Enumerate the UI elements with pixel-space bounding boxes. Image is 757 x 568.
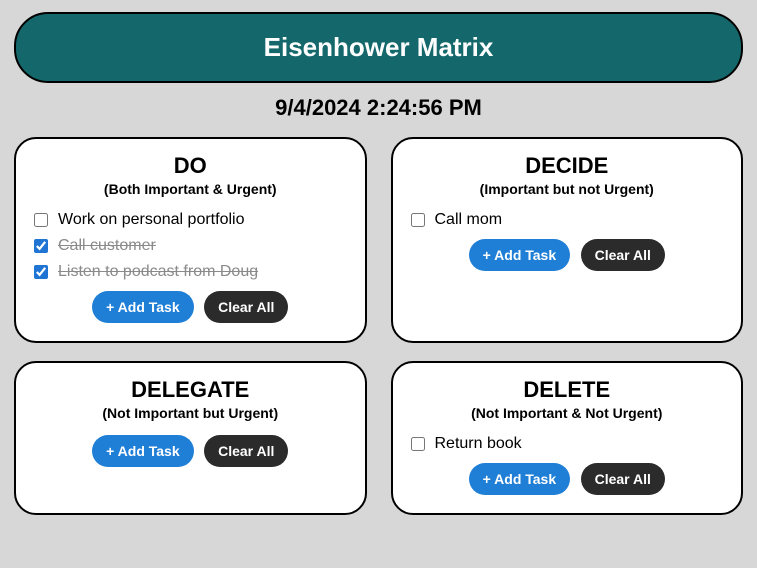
task-checkbox[interactable] [411, 213, 425, 227]
task-label[interactable]: Return book [435, 435, 522, 453]
task-label[interactable]: Work on personal portfolio [58, 211, 244, 229]
add-task-button[interactable]: + Add Task [92, 435, 194, 467]
quadrant-delegate-subtitle: (Not Important but Urgent) [34, 405, 347, 421]
task-checkbox[interactable] [34, 265, 48, 279]
quadrant-decide-buttons: + Add Task Clear All [411, 239, 724, 271]
task-label[interactable]: Call mom [435, 211, 503, 229]
task-label[interactable]: Listen to podcast from Doug [58, 263, 258, 281]
quadrant-delegate-buttons: + Add Task Clear All [34, 435, 347, 467]
clear-all-button[interactable]: Clear All [581, 463, 665, 495]
task-checkbox[interactable] [411, 437, 425, 451]
task-list-delete: Return book [411, 435, 724, 453]
quadrant-do-subtitle: (Both Important & Urgent) [34, 181, 347, 197]
task-list-do: Work on personal portfolio Call customer… [34, 211, 347, 281]
task-label[interactable]: Call customer [58, 237, 156, 255]
add-task-button[interactable]: + Add Task [469, 239, 571, 271]
clear-all-button[interactable]: Clear All [204, 435, 288, 467]
quadrant-delegate: DELEGATE (Not Important but Urgent) + Ad… [14, 361, 367, 515]
quadrant-delete-buttons: + Add Task Clear All [411, 463, 724, 495]
quadrant-delete: DELETE (Not Important & Not Urgent) Retu… [391, 361, 744, 515]
task-row: Return book [411, 435, 724, 453]
quadrant-do: DO (Both Important & Urgent) Work on per… [14, 137, 367, 343]
task-checkbox[interactable] [34, 239, 48, 253]
quadrant-do-title: DO [34, 153, 347, 179]
task-checkbox[interactable] [34, 213, 48, 227]
task-row: Work on personal portfolio [34, 211, 347, 229]
quadrant-delete-title: DELETE [411, 377, 724, 403]
quadrant-decide-subtitle: (Important but not Urgent) [411, 181, 724, 197]
app-header: Eisenhower Matrix [14, 12, 743, 83]
clear-all-button[interactable]: Clear All [581, 239, 665, 271]
quadrant-decide: DECIDE (Important but not Urgent) Call m… [391, 137, 744, 343]
add-task-button[interactable]: + Add Task [92, 291, 194, 323]
task-row: Call customer [34, 237, 347, 255]
task-list-decide: Call mom [411, 211, 724, 229]
add-task-button[interactable]: + Add Task [469, 463, 571, 495]
task-row: Listen to podcast from Doug [34, 263, 347, 281]
quadrant-decide-title: DECIDE [411, 153, 724, 179]
task-row: Call mom [411, 211, 724, 229]
app-title: Eisenhower Matrix [264, 32, 494, 62]
quadrant-delete-subtitle: (Not Important & Not Urgent) [411, 405, 724, 421]
timestamp: 9/4/2024 2:24:56 PM [14, 95, 743, 121]
quadrant-do-buttons: + Add Task Clear All [34, 291, 347, 323]
quadrant-delegate-title: DELEGATE [34, 377, 347, 403]
matrix-grid: DO (Both Important & Urgent) Work on per… [14, 137, 743, 515]
clear-all-button[interactable]: Clear All [204, 291, 288, 323]
